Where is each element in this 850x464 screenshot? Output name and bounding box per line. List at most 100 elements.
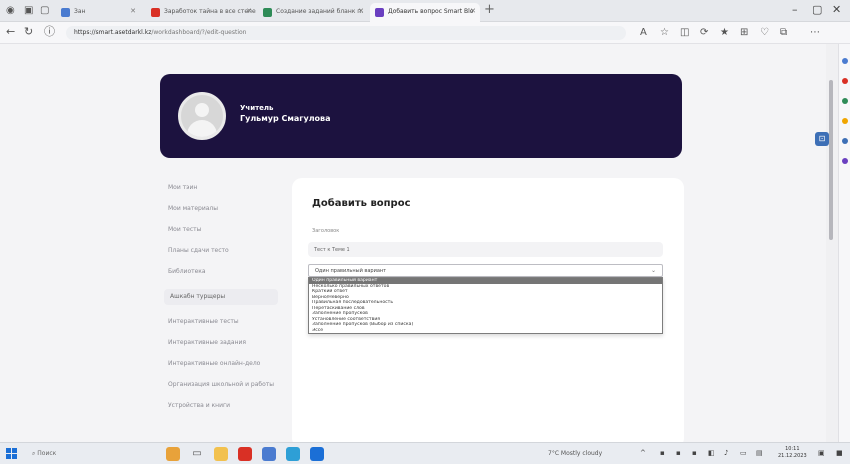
sidebar-shopping-icon[interactable] <box>842 78 848 84</box>
browser-tab-active[interactable]: Добавить вопрос Smart Blo ✕ <box>370 3 480 22</box>
sidebar-item-active[interactable]: Ашкабн турщеры <box>164 289 278 305</box>
tab-label: Заработок тайна в все степе <box>164 8 256 15</box>
user-name: Гульмур Смагулова <box>240 114 331 123</box>
chevron-down-icon: ⌄ <box>650 267 656 274</box>
more-menu-icon[interactable]: ⋯ <box>810 27 820 38</box>
read-aloud-icon[interactable]: A <box>640 27 647 38</box>
app-icon[interactable] <box>310 447 324 461</box>
browser-tab-1[interactable]: Зан ✕ <box>56 3 140 22</box>
sidebar-item[interactable]: Библиотека <box>168 268 278 276</box>
question-type-selected: Один правильный вариант <box>315 268 387 274</box>
scrollbar-thumb[interactable] <box>829 80 833 240</box>
close-window-icon[interactable]: ✕ <box>832 4 841 16</box>
address-bar-row: ← ↻ ⓘ https://smart.asetdarkl.kz/workdas… <box>0 22 850 44</box>
minimize-icon[interactable]: – <box>792 4 798 16</box>
sidebar-item[interactable]: Мои тесты <box>168 226 278 234</box>
new-tab-button[interactable]: + <box>484 3 495 17</box>
avatar-body-shape <box>187 120 217 137</box>
back-icon[interactable]: ← <box>6 26 15 38</box>
question-type-options: Один правильный вариант Несколько правиль… <box>308 277 663 334</box>
network-icon[interactable]: ◧ <box>708 449 715 457</box>
avatar-head-shape <box>195 103 209 117</box>
browser-tab-3[interactable]: Создание заданий бланк п. ✕ <box>258 3 368 22</box>
question-type-select[interactable]: Один правильный вариант ⌄ <box>308 264 663 277</box>
profile-header: Учитель Гульмур Смагулова <box>160 74 682 158</box>
workspaces-icon[interactable]: ▣ <box>24 5 33 17</box>
sidebar-item[interactable]: Устройства и книги <box>168 402 278 410</box>
url-field[interactable]: https://smart.asetdarkl.kz/workdashboard… <box>66 26 626 40</box>
tab-label: Зан <box>74 8 86 15</box>
app-icon[interactable] <box>262 447 276 461</box>
tab-favicon-icon <box>375 8 384 17</box>
reload-icon[interactable]: ↻ <box>24 26 33 38</box>
sidebar-office-icon[interactable] <box>842 138 848 144</box>
volume-icon[interactable]: ♪ <box>724 449 728 457</box>
browser-sidebar <box>838 44 850 442</box>
sidebar-outlook-icon[interactable] <box>842 158 848 164</box>
clock-time: 10:11 <box>785 446 800 452</box>
weather-widget[interactable]: 7°C Mostly cloudy <box>548 450 602 457</box>
add-question-card: Добавить вопрос Заголовок Тест к Теме 1 … <box>292 178 684 442</box>
language-icon[interactable]: ▤ <box>756 449 763 457</box>
close-tab-icon[interactable]: ✕ <box>358 7 364 15</box>
site-info-icon[interactable]: ⓘ <box>44 26 55 38</box>
sidebar: Мои тэин Мои материалы Мои тесты Планы с… <box>164 184 278 423</box>
windows-start-icon[interactable] <box>6 448 17 459</box>
sidebar-item[interactable]: Интерактивные задания <box>168 339 278 347</box>
tab-favicon-icon <box>263 8 272 17</box>
sidebar-item[interactable]: Интерактивные тесты <box>168 318 278 326</box>
clock[interactable]: 10:11 21.12.2023 <box>778 446 807 460</box>
tab-favicon-icon <box>151 8 160 17</box>
test-name-field[interactable]: Тест к Теме 1 <box>308 242 663 257</box>
sidebar-item[interactable]: Планы сдачи тесто <box>168 247 278 255</box>
taskbar-search-placeholder: Поиск <box>37 450 57 457</box>
side-panel-toggle-icon[interactable]: ⊡ <box>815 132 829 146</box>
page-title: Добавить вопрос <box>312 198 411 209</box>
sidebar-item[interactable]: Мои тэин <box>168 184 278 192</box>
tray-app-icon[interactable]: ▪ <box>676 449 681 457</box>
clock-date: 21.12.2023 <box>778 453 807 459</box>
maximize-icon[interactable]: ▢ <box>812 4 822 16</box>
opera-icon[interactable] <box>238 447 252 461</box>
browser-essentials-icon[interactable]: ♡ <box>760 27 769 38</box>
tray-app-icon[interactable]: ▪ <box>660 449 665 457</box>
sidebar-item[interactable]: Организация школьной и работы <box>168 381 278 389</box>
tab-favicon-icon <box>61 8 70 17</box>
tab-label: Создание заданий бланк п. <box>276 8 364 15</box>
close-tab-icon[interactable]: ✕ <box>130 7 136 15</box>
tab-actions-icon[interactable]: ▢ <box>40 5 49 17</box>
page-viewport: Учитель Гульмур Смагулова Мои тэин Мои м… <box>0 44 838 442</box>
split-screen-icon[interactable]: ◫ <box>680 27 689 38</box>
favorite-star-icon[interactable]: ☆ <box>660 27 669 38</box>
tray-chevron-icon[interactable]: ^ <box>640 449 646 457</box>
url-host: https://smart.asetdarkl.kz <box>74 29 152 36</box>
sidebar-search-icon[interactable] <box>842 58 848 64</box>
question-type-option[interactable]: Эссе <box>309 328 662 334</box>
tray-app-icon[interactable]: ▪ <box>692 449 697 457</box>
collections-icon[interactable]: ⊞ <box>740 27 748 38</box>
chat-icon[interactable]: ▣ <box>818 449 825 457</box>
sidebar-tools-icon[interactable] <box>842 98 848 104</box>
favorites-icon[interactable]: ★ <box>720 27 729 38</box>
close-tab-icon[interactable]: ✕ <box>470 7 476 15</box>
refresh-icon[interactable]: ⟳ <box>700 27 708 38</box>
browser-tab-2[interactable]: Заработок тайна в все степе ✕ <box>146 3 256 22</box>
sidebar-games-icon[interactable] <box>842 118 848 124</box>
close-tab-icon[interactable]: ✕ <box>246 7 252 15</box>
browser-tab-bar: ◉ ▣ ▢ Зан ✕ Заработок тайна в все степе … <box>0 0 850 22</box>
taskbar-search[interactable]: ⌕ Поиск <box>26 447 136 461</box>
page-scrollbar[interactable] <box>826 44 838 442</box>
file-explorer-icon[interactable] <box>214 447 228 461</box>
app-icon[interactable] <box>166 447 180 461</box>
extensions-icon[interactable]: ⧉ <box>780 27 787 38</box>
sidebar-item[interactable]: Интерактивные онлайн-дело <box>168 360 278 368</box>
avatar <box>178 92 226 140</box>
battery-icon[interactable]: ▭ <box>740 449 747 457</box>
url-path: /workdashboard/?/edit-question <box>151 29 247 36</box>
profile-icon[interactable]: ◉ <box>6 5 15 17</box>
test-field-label: Заголовок <box>312 228 340 234</box>
edge-icon[interactable] <box>286 447 300 461</box>
sidebar-item[interactable]: Мои материалы <box>168 205 278 213</box>
notifications-icon[interactable]: ■ <box>836 449 843 457</box>
task-view-icon[interactable]: ▭ <box>190 447 204 461</box>
